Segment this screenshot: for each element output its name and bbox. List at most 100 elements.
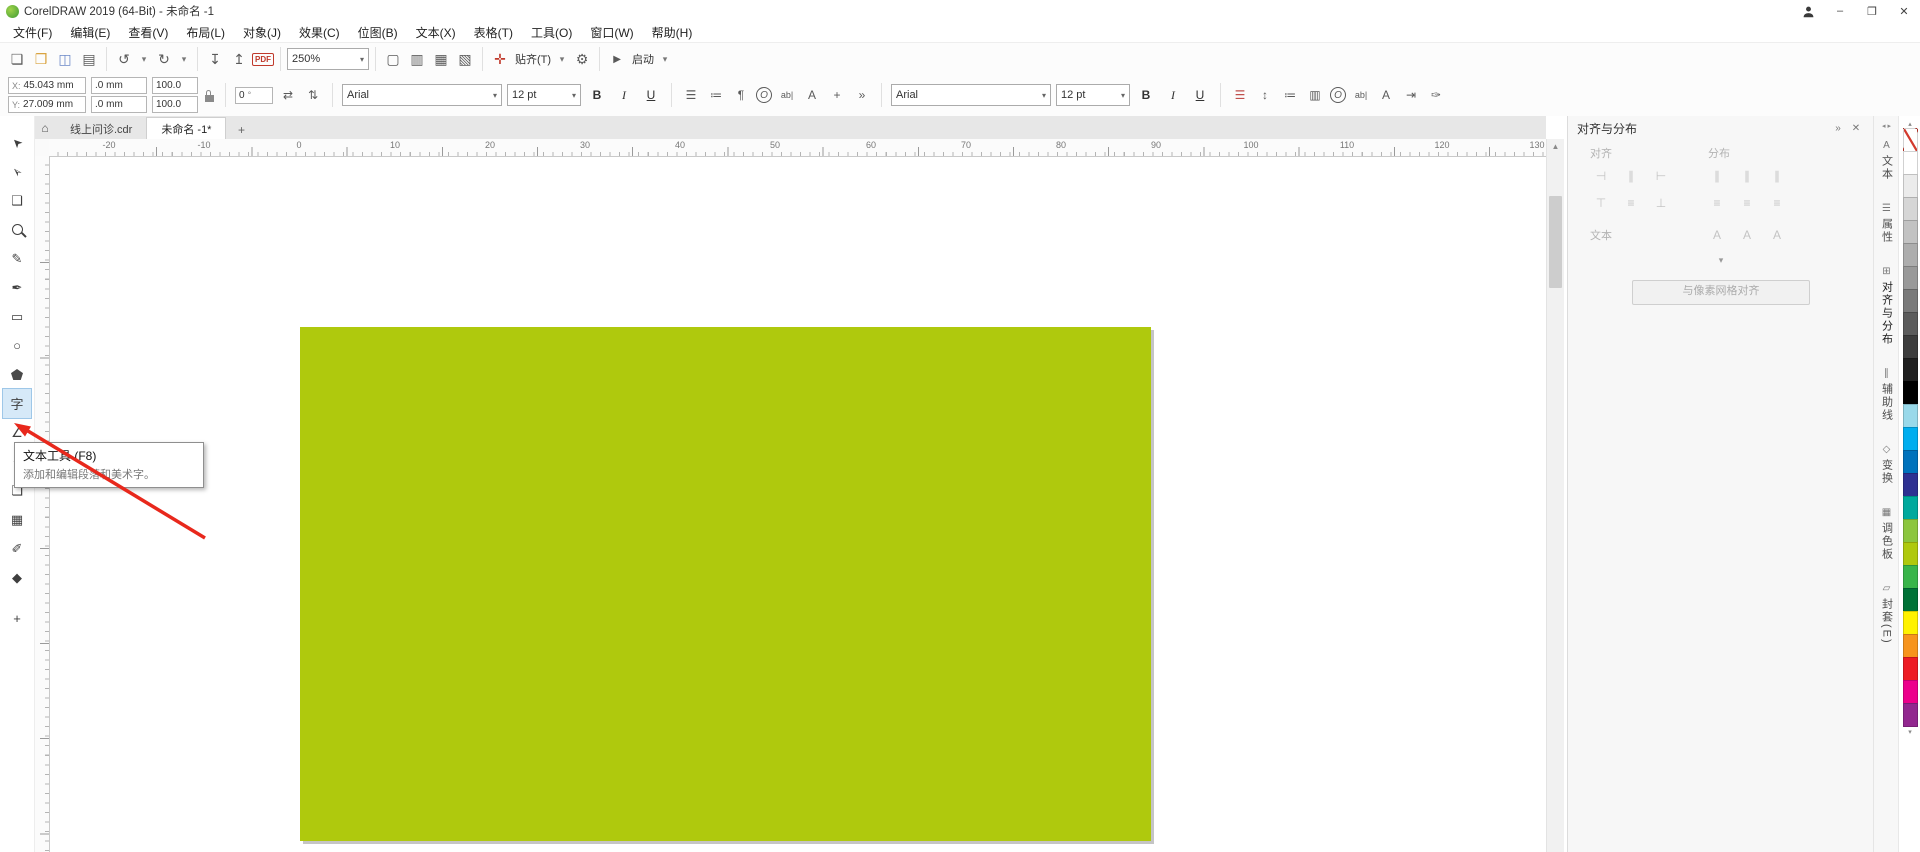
save-icon[interactable]: ◫: [54, 47, 76, 71]
distribute-icon[interactable]: ≡: [1732, 193, 1762, 213]
zoom-level-combo[interactable]: 250% ▾: [287, 48, 369, 70]
docker-tab-guidelines[interactable]: ∥ 辅助线: [1879, 368, 1895, 422]
docker-tab-align-distribute[interactable]: ⊞ 对齐与分布: [1879, 266, 1895, 346]
columns-icon[interactable]: ▥: [1305, 84, 1325, 106]
vertical-scrollbar[interactable]: ▲: [1546, 139, 1564, 852]
export-icon[interactable]: ↥: [228, 47, 250, 71]
align-center-icon[interactable]: ∥: [1616, 166, 1646, 186]
rotation-angle-field[interactable]: 0 °: [235, 87, 273, 104]
open-icon[interactable]: ❒: [30, 47, 52, 71]
x-position-field[interactable]: X: 45.043 mm: [8, 77, 86, 94]
docker-tab-envelope[interactable]: ▱ 封套(E): [1879, 583, 1895, 645]
rectangle-tool[interactable]: ▭: [3, 302, 31, 331]
docker-tab-transform[interactable]: ◇ 变换: [1879, 444, 1895, 485]
color-swatch[interactable]: [1903, 588, 1918, 612]
color-swatch[interactable]: [1903, 404, 1918, 428]
bezier-tool[interactable]: ✒: [3, 273, 31, 302]
object-width-field[interactable]: .0 mm: [91, 77, 147, 94]
new-document-icon[interactable]: ❏: [6, 47, 28, 71]
drop-cap-icon[interactable]: ¶: [731, 84, 751, 106]
undo-dropdown-icon[interactable]: ▾: [137, 47, 151, 71]
docker-tab-text[interactable]: A 文本: [1879, 140, 1895, 181]
freehand-tool[interactable]: ✎: [3, 244, 31, 273]
align-left-icon[interactable]: ⊣: [1586, 166, 1616, 186]
ellipse-tool[interactable]: ○: [3, 331, 31, 360]
color-swatch[interactable]: [1903, 657, 1918, 681]
bullet-list-icon[interactable]: ≔: [706, 84, 726, 106]
align-middle-icon[interactable]: ≡: [1616, 193, 1646, 213]
color-swatch[interactable]: [1903, 381, 1918, 405]
launch-menu[interactable]: 启动: [632, 51, 654, 67]
show-rulers-icon[interactable]: ▥: [406, 47, 428, 71]
docker-close-icon[interactable]: ✕: [1847, 120, 1865, 138]
font-size-combo-1[interactable]: 12 pt ▾: [507, 84, 581, 106]
polygon-tool[interactable]: [3, 360, 31, 389]
color-swatch[interactable]: [1903, 266, 1918, 290]
color-swatch[interactable]: [1903, 473, 1918, 497]
distribute-icon[interactable]: ∥: [1702, 166, 1732, 186]
paragraph-alignment-icon[interactable]: ☰: [1230, 84, 1250, 106]
color-swatch[interactable]: [1903, 174, 1918, 198]
align-to-pixel-grid-button[interactable]: 与像素网格对齐: [1632, 280, 1810, 305]
pick-tool[interactable]: ➤: [3, 128, 31, 157]
mirror-vertical-icon[interactable]: ⇅: [303, 84, 323, 106]
text-effects-icon[interactable]: ✑: [1426, 84, 1446, 106]
menu-bitmaps[interactable]: 位图(B): [349, 22, 407, 42]
interactive-fill-tool[interactable]: ◆: [3, 563, 31, 592]
italic-button-1[interactable]: I: [613, 84, 635, 106]
palette-scroll-down-icon[interactable]: ▾: [1908, 727, 1912, 737]
color-swatch[interactable]: [1903, 450, 1918, 474]
list-icon[interactable]: ≔: [1280, 84, 1300, 106]
print-icon[interactable]: ▤: [78, 47, 100, 71]
snap-menu[interactable]: 贴齐(T): [515, 51, 551, 67]
color-swatch[interactable]: [1903, 220, 1918, 244]
scrollbar-thumb[interactable]: [1549, 196, 1562, 288]
align-top-icon[interactable]: ⊤: [1586, 193, 1616, 213]
color-swatch[interactable]: [1903, 565, 1918, 589]
document-tab-2[interactable]: 未命名 -1*: [146, 117, 226, 139]
snap-icon[interactable]: ✛: [489, 47, 511, 71]
edit-text-icon-2[interactable]: ab|: [1351, 84, 1371, 106]
menu-tools[interactable]: 工具(O): [522, 22, 581, 42]
y-position-field[interactable]: Y: 27.009 mm: [8, 96, 86, 113]
color-swatch[interactable]: [1903, 335, 1918, 359]
menu-layout[interactable]: 布局(L): [177, 22, 234, 42]
object-height-field[interactable]: .0 mm: [91, 96, 147, 113]
zoom-tool[interactable]: [3, 215, 31, 244]
close-button[interactable]: ✕: [1888, 0, 1920, 22]
color-swatch[interactable]: [1903, 703, 1918, 727]
underline-button-1[interactable]: U: [640, 84, 662, 106]
text-direction-icon[interactable]: ⇥: [1401, 84, 1421, 106]
scale-y-field[interactable]: 100.0: [152, 96, 198, 113]
distribute-icon[interactable]: ≡: [1762, 193, 1792, 213]
shape-tool[interactable]: ➣: [3, 157, 31, 186]
menu-text[interactable]: 文本(X): [407, 22, 465, 42]
distribute-icon[interactable]: ∥: [1762, 166, 1792, 186]
color-swatch-none[interactable]: [1903, 128, 1918, 152]
docker-expand-icon[interactable]: ▾: [1568, 255, 1874, 266]
add-icon[interactable]: +: [827, 84, 847, 106]
menu-window[interactable]: 窗口(W): [581, 22, 642, 42]
color-swatch[interactable]: [1903, 496, 1918, 520]
scroll-right-icon[interactable]: ▸: [1888, 122, 1892, 130]
distribute-icon[interactable]: ≡: [1702, 193, 1732, 213]
maximize-button[interactable]: ❐: [1856, 0, 1888, 22]
green-rectangle-object[interactable]: [300, 327, 1151, 841]
docker-tab-properties[interactable]: ☰ 属性: [1879, 203, 1895, 244]
character-formatting-icon[interactable]: A: [802, 84, 822, 106]
outline-icon[interactable]: O: [1330, 87, 1346, 103]
vertical-ruler[interactable]: [34, 156, 50, 852]
crop-tool[interactable]: ❑: [3, 186, 31, 215]
menu-help[interactable]: 帮助(H): [643, 22, 702, 42]
color-swatch[interactable]: [1903, 519, 1918, 543]
redo-dropdown-icon[interactable]: ▾: [177, 47, 191, 71]
line-spacing-icon[interactable]: ↕: [1255, 84, 1275, 106]
launch-icon[interactable]: ▶: [606, 47, 628, 71]
menu-effects[interactable]: 效果(C): [290, 22, 349, 42]
color-swatch[interactable]: [1903, 197, 1918, 221]
font-family-combo-1[interactable]: Arial ▾: [342, 84, 502, 106]
underline-button-2[interactable]: U: [1189, 84, 1211, 106]
color-swatch[interactable]: [1903, 634, 1918, 658]
color-swatch[interactable]: [1903, 611, 1918, 635]
font-size-combo-2[interactable]: 12 pt ▾: [1056, 84, 1130, 106]
